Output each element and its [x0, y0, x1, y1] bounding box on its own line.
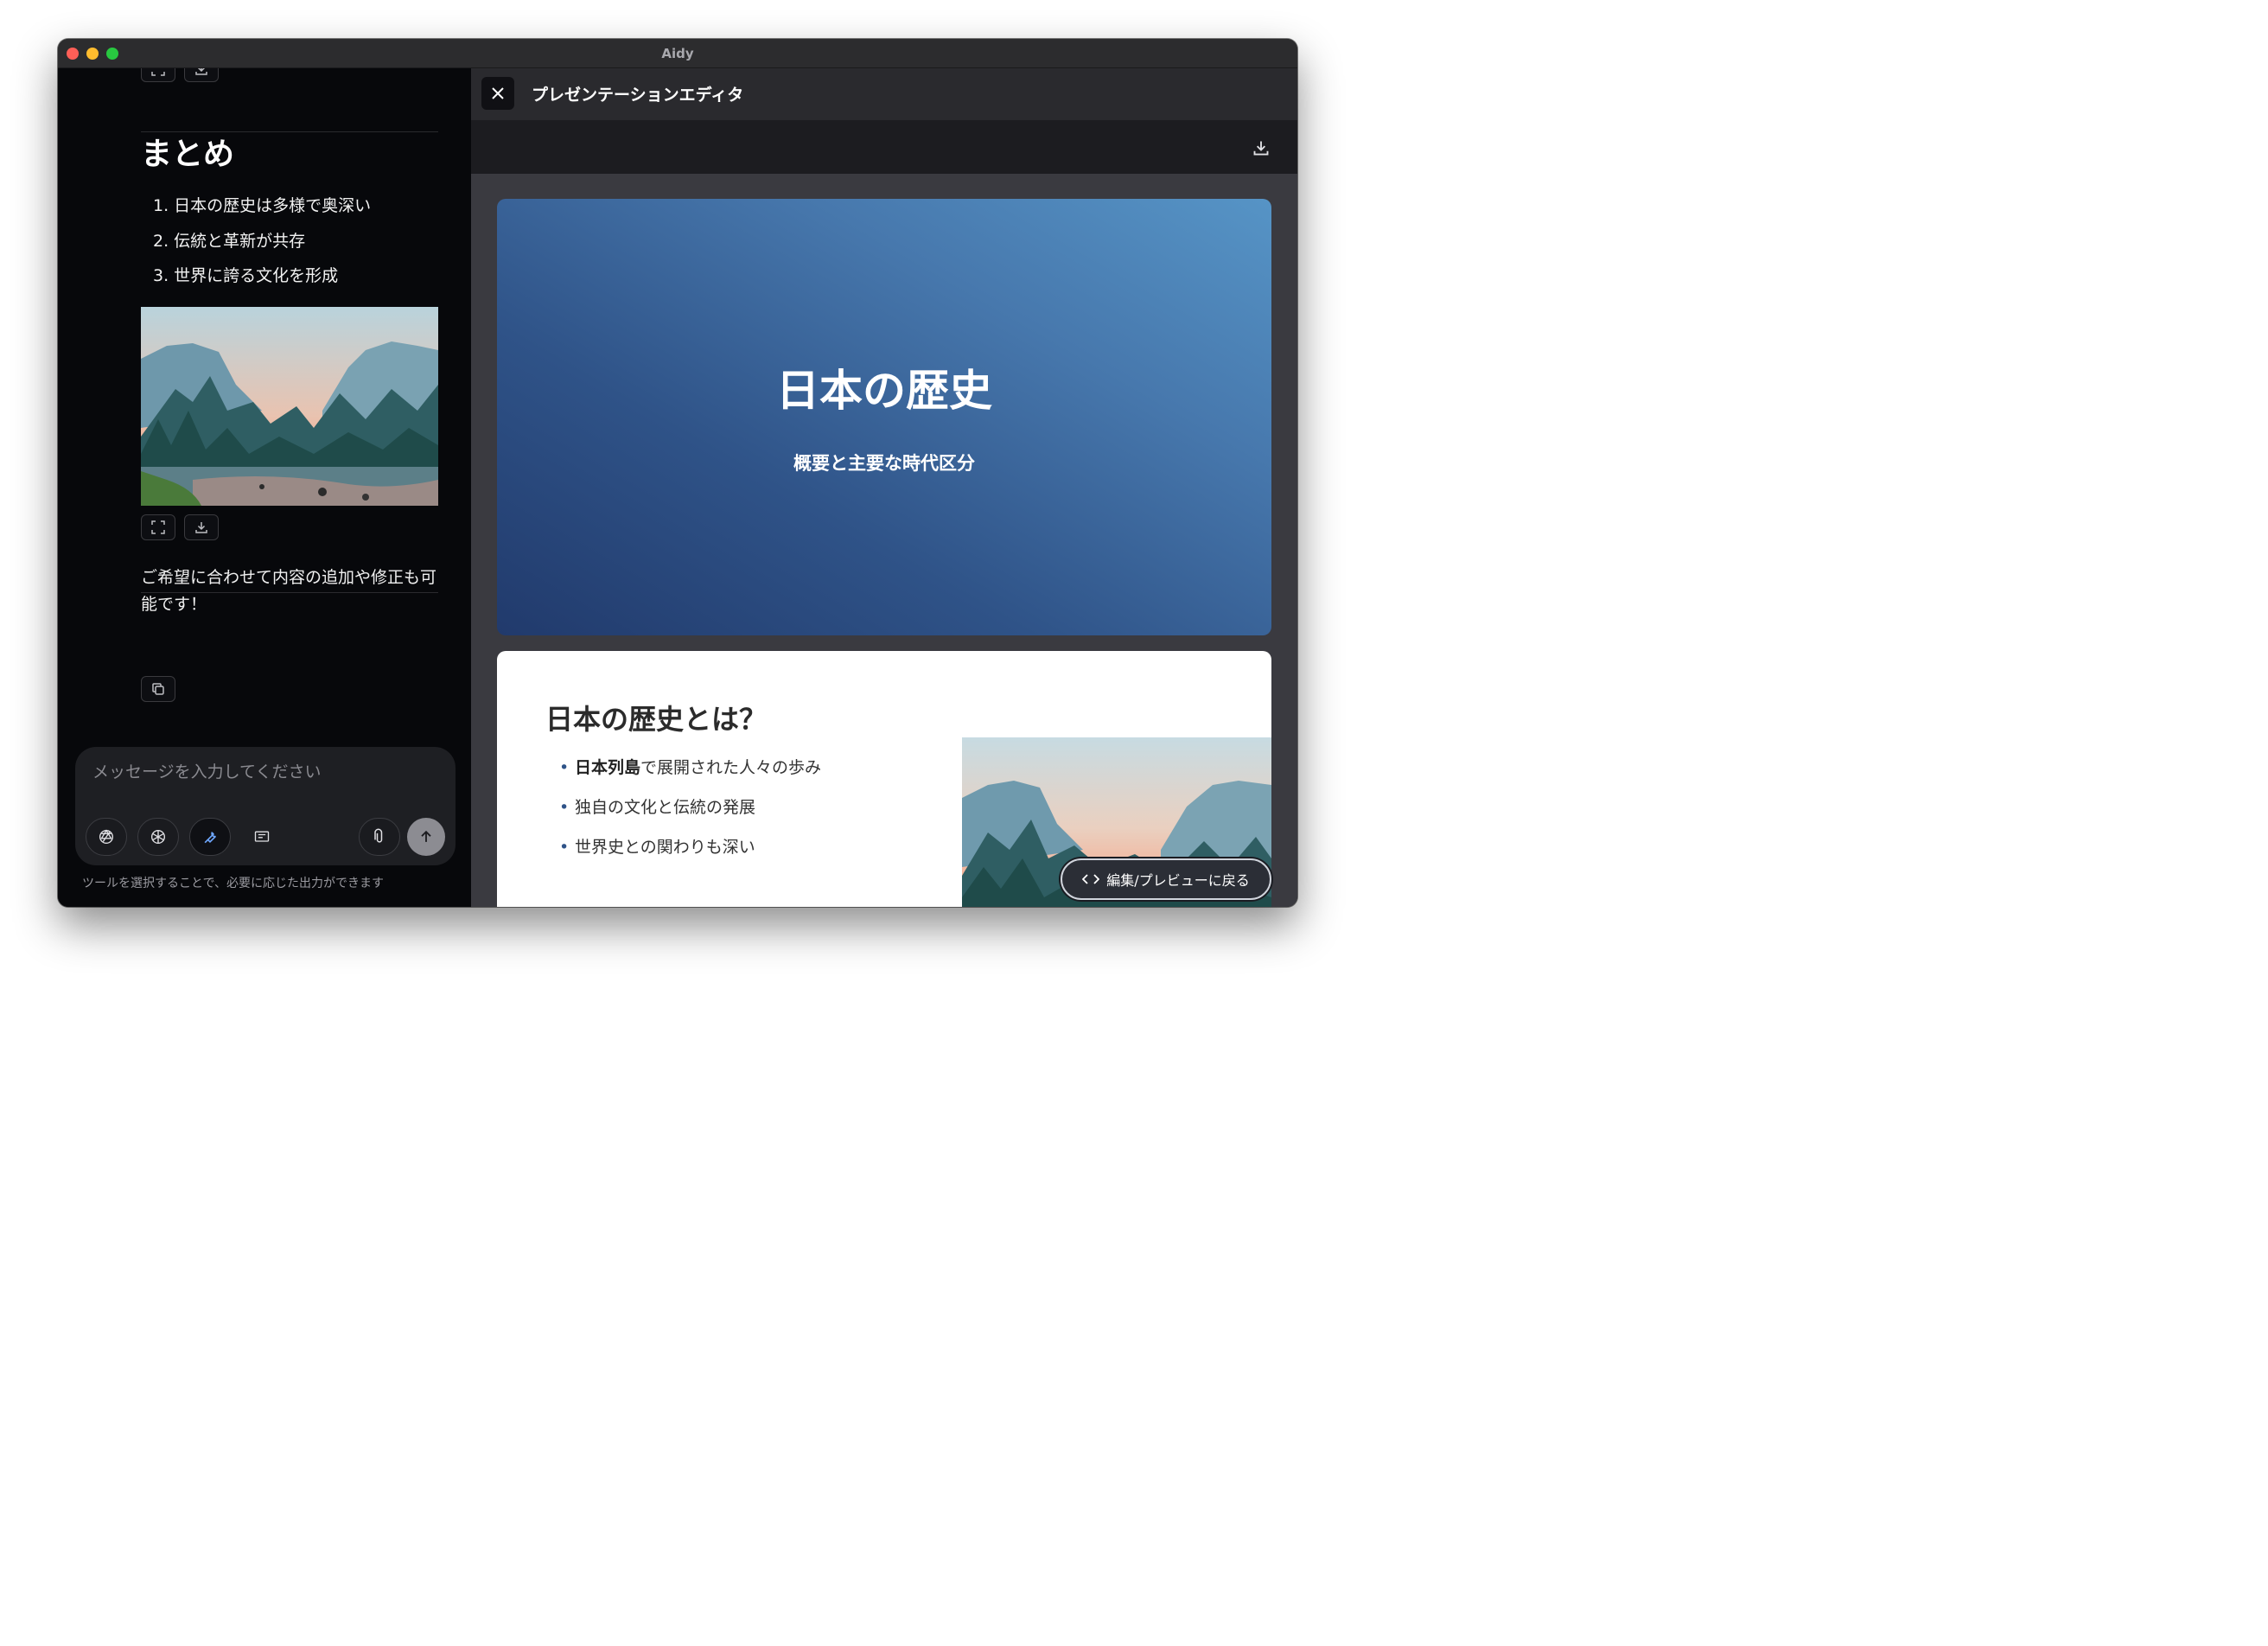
summary-list: 1. 日本の歴史は多様で奥深い 2. 伝統と革新が共存 3. 世界に誇る文化を形… — [153, 194, 371, 299]
attach-button[interactable] — [359, 818, 400, 856]
chat-pane[interactable]: まとめ 1. 日本の歴史は多様で奥深い 2. 伝統と革新が共存 3. 世界に誇る… — [58, 68, 471, 907]
list-item: 2. 伝統と革新が共存 — [153, 231, 306, 251]
summary-heading: まとめ — [141, 137, 235, 172]
openai-icon — [99, 829, 114, 845]
download-presentation-button[interactable] — [1251, 137, 1271, 158]
back-button-label: 編集/プレビューに戻る — [1106, 872, 1250, 889]
app-window: Aidy まとめ 1. 日本の歴史は多様で奥深い 2. 伝統と革新が共存 3. … — [58, 39, 1297, 907]
download-image-button-top[interactable] — [184, 68, 219, 82]
bold-text: 日本列島 — [575, 758, 641, 777]
expand-image-button-top[interactable] — [141, 68, 175, 82]
download-icon — [1253, 141, 1269, 156]
download-icon — [195, 522, 207, 533]
list-item: 日本列島で展開された人々の歩み — [559, 755, 821, 794]
list-item: 3. 世界に誇る文化を形成 — [153, 266, 339, 285]
message-input[interactable] — [92, 762, 421, 782]
list-item: 独自の文化と伝統の発展 — [559, 794, 821, 834]
back-to-edit-preview-button[interactable]: 編集/プレビューに戻る — [1061, 858, 1271, 900]
paperclip-icon — [374, 828, 383, 843]
list-item-text: で展開された人々の歩み — [640, 758, 822, 777]
wrench-icon — [204, 832, 217, 844]
slide-title[interactable]: 日本の歴史 概要と主要な時代区分 — [497, 199, 1271, 635]
close-icon — [492, 87, 504, 99]
code-icon — [1082, 874, 1100, 884]
slide-heading: 日本の歴史とは？ — [545, 703, 768, 736]
landscape-image — [141, 307, 438, 506]
presentation-editor[interactable]: プレゼンテーションエディタ 日本の歴史 概要と主要な時代区分 日本の歴史とは？ … — [471, 68, 1297, 907]
list-item: 世界史との関わりも深い — [559, 834, 821, 874]
composer-hint: ツールを選択することで、必要に応じた出力ができます — [82, 877, 385, 890]
download-image-button[interactable] — [184, 514, 219, 540]
perplexity-model-button[interactable] — [137, 818, 179, 856]
send-button[interactable] — [407, 818, 445, 856]
close-editor-button[interactable] — [481, 77, 514, 110]
window-title: Aidy — [661, 46, 694, 61]
slide-subtitle: 概要と主要な時代区分 — [793, 453, 975, 474]
expand-icon — [151, 520, 165, 534]
title-bar: Aidy — [58, 39, 1297, 68]
bullet-list: 日本列島で展開された人々の歩み 独自の文化と伝統の発展 世界史との関わりも深い — [559, 755, 821, 874]
message-composer — [75, 747, 456, 865]
presentation-button[interactable] — [241, 818, 283, 856]
list-item: 1. 日本の歴史は多様で奥深い — [153, 196, 372, 215]
editor-toolbar — [471, 120, 1297, 174]
tool-button[interactable] — [189, 818, 231, 856]
editor-title: プレゼンテーションエディタ — [532, 86, 744, 105]
copy-icon — [152, 683, 164, 695]
copy-button[interactable] — [141, 676, 175, 702]
expand-icon — [151, 72, 165, 76]
presentation-icon — [254, 831, 270, 842]
slide-heading: 日本の歴史 — [776, 366, 992, 416]
openai-model-button[interactable] — [86, 818, 127, 856]
expand-image-button[interactable] — [141, 514, 175, 540]
assistant-message: ご希望に合わせて内容の追加や修正も可能です！ — [141, 568, 437, 614]
arrow-up-icon — [421, 830, 431, 842]
perplexity-icon — [150, 829, 166, 845]
download-icon — [195, 68, 207, 75]
editor-header: プレゼンテーションエディタ — [471, 68, 1297, 120]
